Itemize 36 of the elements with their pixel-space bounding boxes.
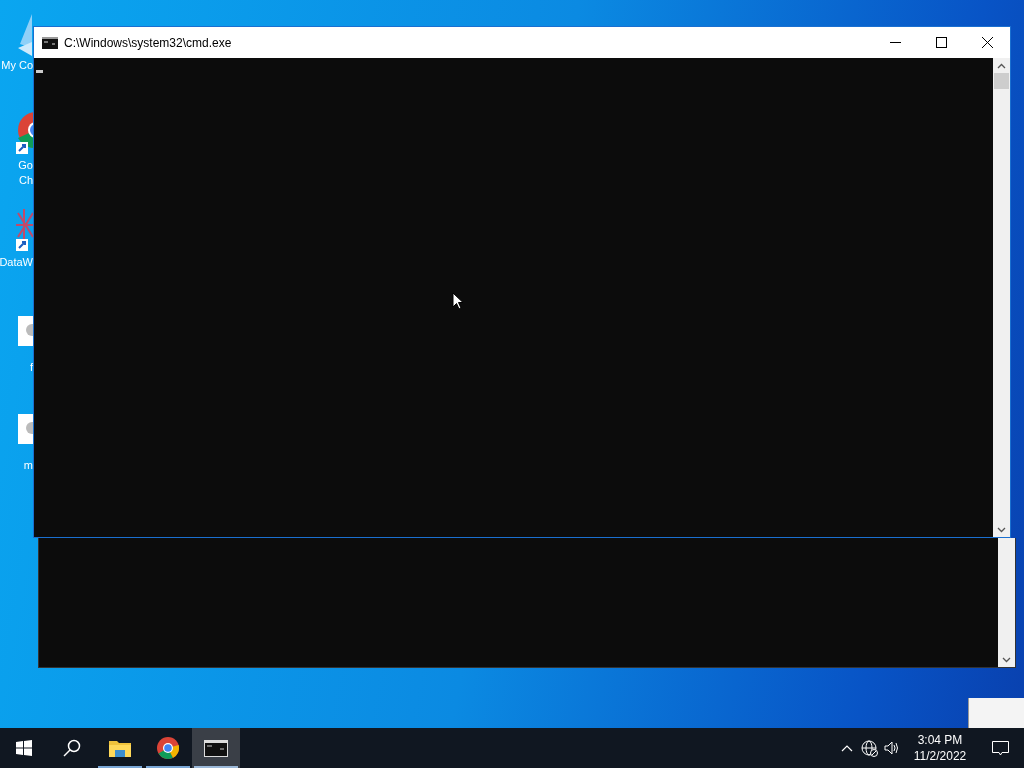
scroll-down-icon[interactable] (997, 527, 1006, 533)
folder-icon (109, 739, 131, 757)
icon-label: f (29, 360, 33, 375)
speaker-icon[interactable] (884, 740, 900, 756)
icon-label: Ch (18, 173, 33, 188)
icon-label: Go (18, 158, 33, 173)
scroll-up-icon[interactable] (997, 63, 1006, 69)
browser-icon (157, 737, 179, 759)
scroll-down-icon[interactable] (1002, 657, 1011, 663)
search-icon (63, 739, 81, 757)
window-title: C:\Windows\system32\cmd.exe (64, 34, 232, 52)
scrollbar[interactable] (993, 58, 1010, 537)
minimize-icon (889, 42, 901, 43)
icon-label: My Co (1, 58, 33, 73)
running-indicator (146, 766, 190, 768)
text-cursor (36, 70, 43, 73)
speech-bubble-icon (991, 740, 1009, 756)
running-indicator (194, 766, 238, 768)
scroll-thumb[interactable] (994, 73, 1009, 89)
clock-time: 3:04 PM (917, 732, 963, 748)
window-fragment (968, 698, 1024, 728)
icon-label: DataW (0, 255, 33, 270)
icon-label: m (23, 458, 33, 473)
scrollbar[interactable] (998, 538, 1015, 667)
globe-icon[interactable] (861, 739, 878, 757)
windows-logo-icon (16, 740, 32, 756)
clock-date: 11/2/2022 (913, 748, 967, 764)
terminal-icon (42, 36, 58, 49)
taskbar-button[interactable] (192, 728, 240, 768)
close-icon (981, 37, 993, 48)
chevron-up-icon[interactable] (841, 744, 853, 752)
running-indicator (98, 766, 142, 768)
maximize-icon (935, 37, 947, 48)
terminal-icon (204, 739, 228, 757)
mouse-pointer-icon (452, 292, 464, 310)
clock[interactable]: 3:04 PM 11/2/2022 (910, 732, 970, 764)
